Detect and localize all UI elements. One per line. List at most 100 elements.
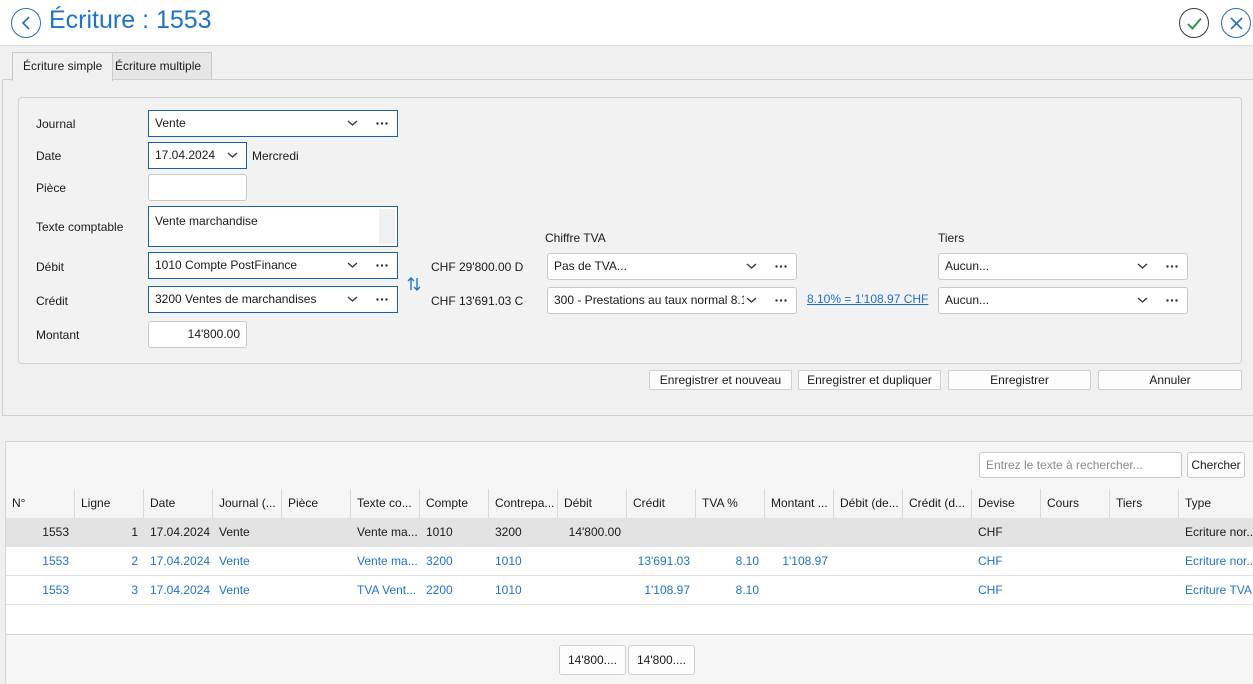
more-icon[interactable]	[1166, 265, 1178, 268]
save-button[interactable]: Enregistrer	[948, 370, 1091, 390]
journal-select[interactable]: Vente	[148, 110, 398, 137]
tab-ecriture-multiple[interactable]: Écriture multiple	[104, 52, 213, 79]
cell-credit	[627, 518, 696, 547]
credit-balance: CHF 13'691.03 C	[431, 294, 524, 308]
cell-debit-devise	[834, 518, 903, 547]
column-header[interactable]: Tiers	[1110, 489, 1179, 518]
more-icon[interactable]	[376, 298, 388, 301]
back-button[interactable]	[11, 8, 41, 38]
column-header[interactable]: N°	[6, 489, 75, 518]
table-row[interactable]: 1553 2 17.04.2024 Vente Vente ma... 3200…	[6, 547, 1253, 576]
credit-account-select[interactable]: 3200 Ventes de marchandises	[148, 286, 398, 313]
tiers-debit-select[interactable]: Aucun...	[938, 253, 1188, 280]
chevron-down-icon[interactable]	[1137, 262, 1148, 270]
tiers-debit-value: Aucun...	[945, 259, 990, 273]
column-header[interactable]: Journal (...	[213, 489, 282, 518]
debit-account-select[interactable]: 1010 Compte PostFinance	[148, 252, 398, 279]
page-title: Écriture : 1553	[49, 6, 212, 34]
close-button[interactable]	[1221, 8, 1251, 38]
texte-label: Texte comptable	[36, 220, 124, 234]
column-header[interactable]: Crédit (d...	[903, 489, 972, 518]
column-header[interactable]: TVA %	[696, 489, 765, 518]
column-header[interactable]: Cours	[1041, 489, 1110, 518]
cell-ligne: 3	[131, 583, 138, 597]
cell-devise: CHF	[978, 525, 1003, 539]
textarea-scrollbar[interactable]	[379, 209, 395, 244]
column-header[interactable]: Crédit	[627, 489, 696, 518]
cell-texte: Vente ma...	[357, 525, 418, 539]
column-header[interactable]: Compte	[420, 489, 489, 518]
chevron-down-icon[interactable]	[227, 151, 238, 159]
chevron-down-icon[interactable]	[347, 261, 358, 269]
cell-journal: Vente	[219, 583, 250, 597]
column-header[interactable]: Type	[1179, 489, 1253, 518]
cell-tiers	[1110, 518, 1179, 547]
chevron-down-icon[interactable]	[746, 262, 757, 270]
debit-label: Débit	[36, 260, 65, 274]
chevron-down-icon[interactable]	[746, 296, 757, 304]
tva-debit-select[interactable]: Pas de TVA...	[547, 253, 797, 280]
cell-devise: CHF	[978, 583, 1003, 597]
cell-no: 1553	[42, 525, 69, 539]
cell-journal: Vente	[219, 525, 250, 539]
save-and-new-button[interactable]: Enregistrer et nouveau	[649, 370, 792, 390]
chevron-down-icon[interactable]	[1137, 296, 1148, 304]
texte-value: Vente marchandise	[155, 214, 258, 228]
tab-ecriture-simple[interactable]: Écriture simple	[12, 52, 114, 81]
cell-debit: 14'800.00	[568, 525, 621, 539]
search-input[interactable]	[979, 452, 1182, 478]
tva-credit-select[interactable]: 300 - Prestations au taux normal 8.1...	[547, 287, 797, 314]
cell-debit-devise	[834, 547, 903, 576]
column-header[interactable]: Devise	[972, 489, 1041, 518]
column-header[interactable]: Texte co...	[351, 489, 420, 518]
chevron-down-icon[interactable]	[347, 119, 358, 127]
chevron-down-icon[interactable]	[347, 295, 358, 303]
credit-label: Crédit	[36, 294, 69, 308]
search-button[interactable]: Chercher	[1187, 452, 1245, 478]
table-row[interactable]: 1553 3 17.04.2024 Vente TVA Vent... 2200…	[6, 576, 1253, 605]
column-header[interactable]: Débit	[558, 489, 627, 518]
more-icon[interactable]	[775, 265, 787, 268]
cell-montant: 1'108.97	[782, 554, 828, 568]
cell-compte: 3200	[426, 554, 453, 568]
debit-account-value: 1010 Compte PostFinance	[155, 258, 298, 272]
check-icon	[1187, 17, 1202, 30]
cell-tva	[696, 518, 765, 547]
more-icon[interactable]	[1166, 299, 1178, 302]
column-header[interactable]: Ligne	[75, 489, 144, 518]
column-header[interactable]: Débit (de...	[834, 489, 903, 518]
total-debit: 14'800....	[559, 645, 626, 675]
tva-credit-value: 300 - Prestations au taux normal 8.1...	[554, 293, 744, 307]
cell-debit	[558, 576, 627, 605]
cell-contrepartie: 3200	[495, 525, 522, 539]
table-empty-area	[6, 605, 1253, 635]
montant-input[interactable]: 14'800.00	[148, 321, 247, 348]
cell-date: 17.04.2024	[150, 554, 211, 568]
cell-debit	[558, 547, 627, 576]
date-input[interactable]: 17.04.2024	[148, 142, 247, 169]
confirm-button[interactable]	[1179, 8, 1209, 38]
date-label: Date	[36, 149, 62, 163]
cell-devise: CHF	[978, 554, 1003, 568]
cell-credit: 13'691.03	[637, 554, 690, 568]
column-header[interactable]: Montant ...	[765, 489, 834, 518]
cell-piece	[282, 547, 351, 576]
column-header[interactable]: Pièce	[282, 489, 351, 518]
cell-credit: 1'108.97	[644, 583, 690, 597]
piece-input[interactable]	[148, 174, 247, 201]
save-and-duplicate-button[interactable]: Enregistrer et dupliquer	[798, 370, 941, 390]
tiers-credit-select[interactable]: Aucun...	[938, 287, 1188, 314]
tiers-credit-value: Aucun...	[945, 293, 990, 307]
more-icon[interactable]	[775, 299, 787, 302]
journal-label: Journal	[36, 117, 76, 131]
column-header[interactable]: Date	[144, 489, 213, 518]
table-row[interactable]: 1553 1 17.04.2024 Vente Vente ma... 1010…	[6, 518, 1253, 547]
more-icon[interactable]	[376, 264, 388, 267]
tva-amount-link[interactable]: 8.10% = 1'108.97 CHF	[807, 292, 928, 306]
more-icon[interactable]	[376, 122, 388, 125]
cell-type: Ecriture TVA	[1185, 583, 1252, 597]
texte-textarea[interactable]: Vente marchandise	[148, 206, 398, 247]
cancel-button[interactable]: Annuler	[1098, 370, 1242, 390]
column-header[interactable]: Contrepa...	[489, 489, 558, 518]
swap-accounts-icon[interactable]	[407, 276, 421, 292]
